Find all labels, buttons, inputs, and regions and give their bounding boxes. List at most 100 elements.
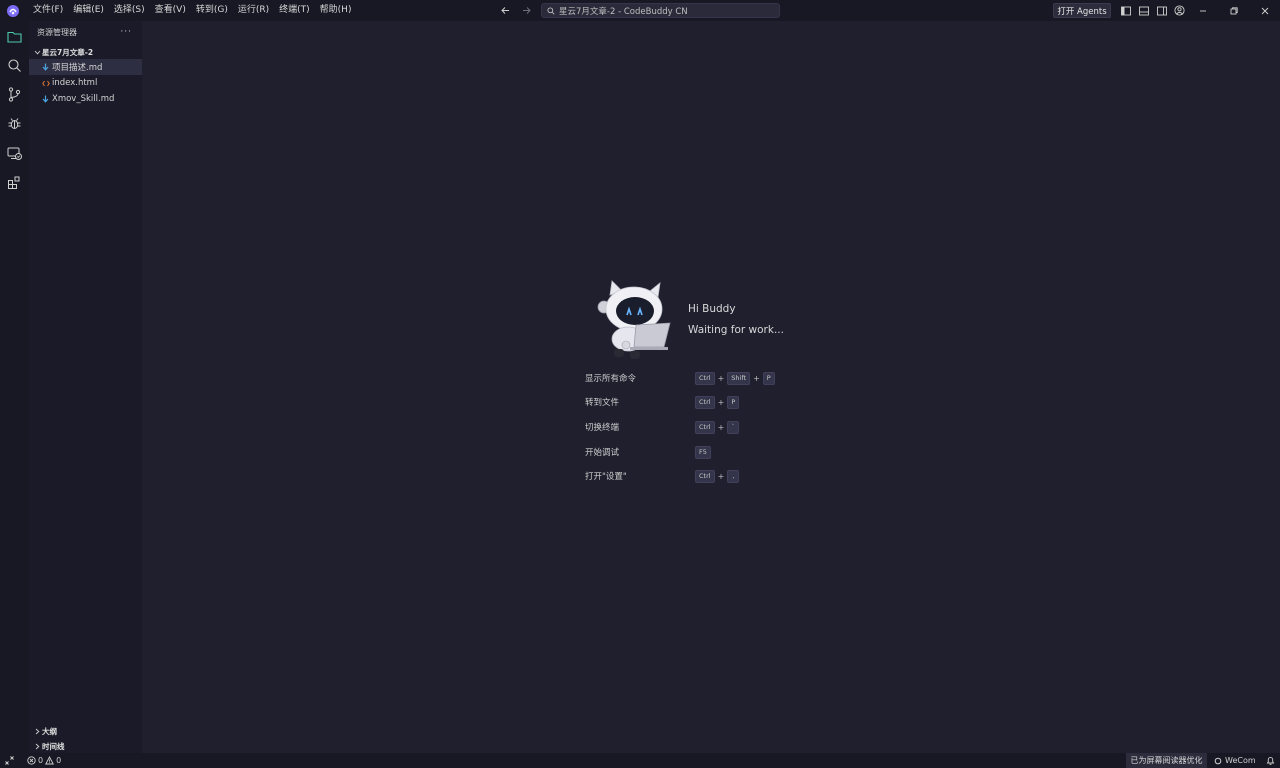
chevron-down-icon — [32, 49, 42, 56]
toggle-primary-sidebar-icon[interactable] — [1118, 3, 1133, 18]
shortcut-keys: Ctrl + Shift + P — [695, 371, 775, 385]
shortcut-toggle-terminal[interactable]: 切换终端 Ctrl + ` — [585, 419, 835, 435]
key-cap: Ctrl — [695, 395, 715, 409]
explorer-title: 资源管理器 — [37, 27, 77, 37]
menu-file[interactable]: 文件(F) — [28, 0, 68, 21]
shortcut-keys: Ctrl + ` — [695, 420, 740, 434]
plus-sign: + — [717, 373, 725, 383]
screen-reader-optimized-status[interactable]: 已为屏幕阅读器优化 — [1126, 753, 1207, 768]
notifications-bell-icon[interactable] — [1265, 755, 1276, 766]
remote-explorer-icon[interactable] — [6, 145, 23, 162]
timeline-section[interactable]: 时间线 — [29, 739, 142, 754]
toggle-panel-icon[interactable] — [1136, 3, 1151, 18]
shortcut-go-to-file[interactable]: 转到文件 Ctrl + P — [585, 394, 835, 410]
file-item-index-html[interactable]: index.html — [29, 75, 142, 91]
timeline-label: 时间线 — [42, 742, 65, 751]
menu-go[interactable]: 转到(G) — [191, 0, 233, 21]
key-cap: Ctrl — [695, 469, 715, 483]
key-cap: Shift — [727, 371, 751, 385]
html-file-icon — [40, 80, 51, 87]
markdown-file-icon — [40, 63, 51, 71]
key-cap: ` — [727, 420, 740, 434]
window-controls — [1187, 0, 1280, 21]
plus-sign: + — [717, 397, 725, 407]
layout-controls — [1118, 3, 1187, 18]
minimize-icon[interactable] — [1187, 0, 1218, 21]
close-icon[interactable] — [1249, 0, 1280, 21]
menu-bar: 文件(F) 编辑(E) 选择(S) 查看(V) 转到(G) 运行(R) 终端(T… — [28, 0, 356, 21]
account-icon[interactable] — [1172, 3, 1187, 18]
search-icon[interactable] — [6, 57, 23, 74]
restore-icon[interactable] — [1218, 0, 1249, 21]
key-cap: Ctrl — [695, 420, 715, 434]
key-cap: Ctrl — [695, 371, 715, 385]
greeting-title: Hi Buddy — [688, 303, 736, 315]
error-icon — [27, 756, 36, 765]
key-cap: P — [762, 371, 775, 385]
problems-indicator[interactable]: 0 0 — [27, 753, 61, 768]
explorer-sidebar: 资源管理器 ··· 星云7月文章-2 项目描述.md index.html Xm… — [29, 21, 142, 753]
menu-run[interactable]: 运行(R) — [233, 0, 274, 21]
menu-help[interactable]: 帮助(H) — [315, 0, 357, 21]
plus-sign: + — [717, 471, 725, 481]
search-icon — [547, 6, 555, 15]
extensions-icon[interactable] — [6, 174, 23, 191]
error-count: 0 — [38, 756, 44, 765]
plus-sign: + — [753, 373, 760, 383]
menu-edit[interactable]: 编辑(E) — [68, 0, 109, 21]
plus-sign: + — [717, 422, 725, 432]
greeting-status: Waiting for work... — [688, 324, 784, 336]
shortcut-label: 开始调试 — [585, 448, 620, 458]
key-cap: , — [727, 469, 740, 483]
editor-area: Hi Buddy Waiting for work... 显示所有命令 Ctrl… — [142, 21, 1280, 753]
wecom-status[interactable]: WeCom — [1214, 753, 1256, 768]
shortcut-label: 打开"设置" — [585, 472, 627, 482]
key-cap: F5 — [695, 445, 711, 459]
outline-section[interactable]: 大纲 — [29, 724, 142, 739]
codebuddy-logo-icon — [7, 4, 19, 17]
command-center-search[interactable]: 星云7月文章-2 - CodeBuddy CN — [541, 3, 780, 18]
shortcut-keys: F5 — [695, 445, 711, 459]
file-item-xmov-skill[interactable]: Xmov_Skill.md — [29, 91, 142, 107]
shortcut-label: 显示所有命令 — [585, 374, 637, 384]
explorer-icon[interactable] — [6, 28, 23, 45]
file-item-project-description[interactable]: 项目描述.md — [29, 59, 142, 75]
menu-selection[interactable]: 选择(S) — [109, 0, 150, 21]
activity-bar — [0, 21, 29, 753]
shortcut-label: 切换终端 — [585, 423, 620, 433]
menu-view[interactable]: 查看(V) — [150, 0, 191, 21]
shortcut-start-debugging[interactable]: 开始调试 F5 — [585, 444, 835, 460]
warning-count: 0 — [56, 756, 62, 765]
outline-label: 大纲 — [42, 727, 57, 736]
folder-name: 星云7月文章-2 — [42, 47, 94, 57]
file-name: index.html — [52, 78, 98, 88]
status-bar: 0 0 已为屏幕阅读器优化 WeCom — [0, 753, 1280, 768]
warning-icon — [45, 756, 55, 765]
navigation-arrows — [497, 2, 535, 19]
file-name: Xmov_Skill.md — [52, 94, 115, 104]
command-center-label: 星云7月文章-2 - CodeBuddy CN — [559, 6, 688, 17]
wecom-icon — [1214, 757, 1222, 764]
open-agents-button[interactable]: 打开 Agents — [1053, 3, 1111, 18]
markdown-file-icon — [40, 95, 51, 103]
menu-terminal[interactable]: 终端(T) — [274, 0, 315, 21]
codebuddy-mascot-icon — [597, 280, 671, 359]
shortcut-keys: Ctrl + , — [695, 469, 740, 483]
chevron-right-icon — [32, 728, 42, 735]
explorer-header: 资源管理器 ··· — [29, 21, 142, 43]
more-actions-icon[interactable]: ··· — [120, 27, 132, 37]
remote-connection-icon[interactable] — [4, 755, 15, 766]
source-control-icon[interactable] — [6, 86, 23, 103]
forward-arrow-icon[interactable] — [518, 2, 535, 19]
run-and-debug-icon[interactable] — [6, 115, 23, 132]
workspace-folder[interactable]: 星云7月文章-2 — [29, 45, 142, 59]
shortcut-keys: Ctrl + P — [695, 395, 740, 409]
title-bar: 文件(F) 编辑(E) 选择(S) 查看(V) 转到(G) 运行(R) 终端(T… — [0, 0, 1280, 21]
toggle-secondary-sidebar-icon[interactable] — [1154, 3, 1169, 18]
chevron-right-icon — [32, 743, 42, 750]
back-arrow-icon[interactable] — [497, 2, 514, 19]
shortcut-open-settings[interactable]: 打开"设置" Ctrl + , — [585, 468, 835, 484]
file-name: 项目描述.md — [52, 63, 103, 73]
key-cap: P — [727, 395, 740, 409]
shortcut-show-all-commands[interactable]: 显示所有命令 Ctrl + Shift + P — [585, 370, 835, 386]
